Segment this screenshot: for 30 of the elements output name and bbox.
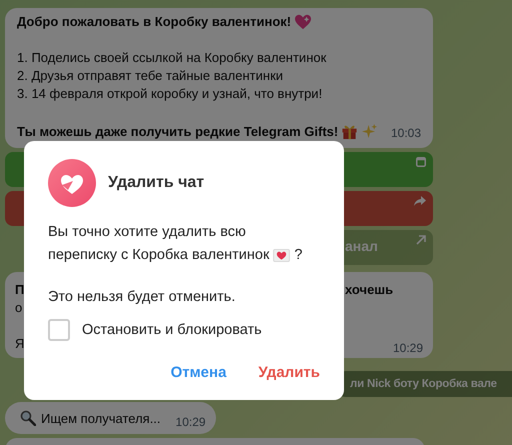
checkbox[interactable] [48, 319, 70, 341]
window-icon [416, 157, 426, 167]
arrow-icon [416, 235, 426, 245]
message-time: 10:29 [176, 414, 206, 429]
message-text: хочешь [345, 281, 394, 299]
heart-avatar-icon [48, 159, 96, 207]
delete-button[interactable]: Удалить [246, 358, 332, 387]
share-icon [414, 196, 426, 206]
magnifier-icon [20, 410, 36, 426]
sparkles-icon [361, 123, 378, 140]
message-text: Ты можешь даже получить редкие Telegram Gifts! [17, 122, 338, 140]
message-title: Добро пожаловать в Коробку валентинок! [17, 13, 292, 31]
message-text: о [15, 299, 22, 317]
step-text: 3. 14 февраля открой коробку и узнай, что внутри! [17, 85, 324, 103]
dialog-text: Это нельзя будет отменить. [48, 288, 236, 307]
dialog-text: переписку с Коробка валентинок [48, 246, 270, 265]
message-text: Я [15, 335, 24, 353]
dialog-text: Вы точно хотите удалить всю [48, 223, 247, 242]
dialog-title: Удалить чат [108, 174, 204, 192]
step-text: 2. Друзья отправят тебе тайные валентинки [17, 67, 284, 85]
checkbox-label: Остановить и блокировать [82, 322, 262, 338]
dialog-text: ? [294, 246, 302, 265]
message-text: Ищем получателя... [41, 410, 161, 426]
message-time: 10:03 [390, 125, 421, 142]
heart-icon [294, 14, 312, 30]
message-text: П [15, 281, 24, 299]
cancel-button[interactable]: Отмена [158, 358, 238, 387]
step-text: 1. Поделись своей ссылкой на Коробку валентинок [17, 49, 328, 67]
gift-icon [341, 123, 358, 140]
message-time: 10:29 [392, 340, 423, 357]
